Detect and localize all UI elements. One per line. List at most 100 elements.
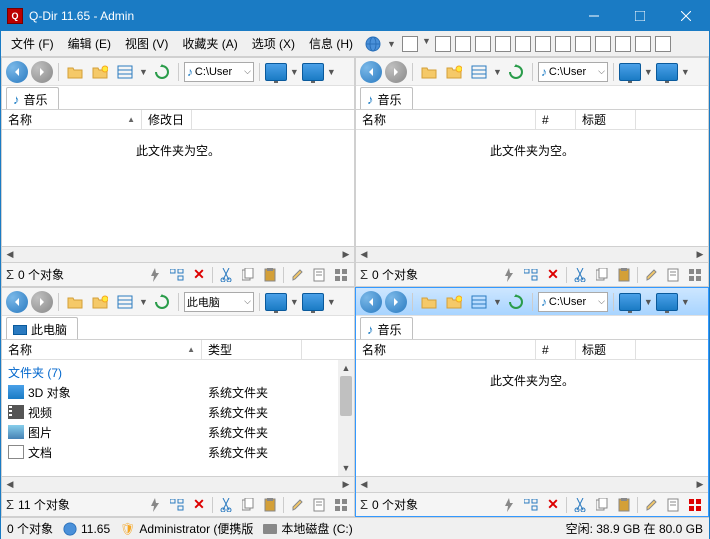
copy-button[interactable] [239,496,257,514]
layout-6[interactable] [515,36,531,52]
properties-button[interactable] [664,496,682,514]
sigma-icon[interactable]: Σ [360,497,368,512]
edit-button[interactable] [288,496,306,514]
sigma-icon[interactable]: Σ [6,267,14,282]
view-dropdown[interactable]: ▼ [493,67,502,77]
column-header[interactable]: 标题 [576,340,636,359]
tree-button[interactable] [522,266,540,284]
grid-button[interactable] [332,496,350,514]
vertical-scrollbar[interactable]: ▲ ▼ [338,360,354,476]
file-area[interactable]: 此文件夹为空。 [356,130,708,246]
column-header[interactable]: 名称▲ [2,340,202,359]
delete-button[interactable]: ✕ [190,266,208,284]
view-dropdown[interactable]: ▼ [493,297,502,307]
tab[interactable]: ♪ 音乐 [6,87,59,109]
delete-button[interactable]: ✕ [190,496,208,514]
tree-button[interactable] [168,496,186,514]
layout-12[interactable] [635,36,651,52]
scroll-down[interactable]: ▼ [338,460,354,476]
flash-button[interactable] [500,496,518,514]
grid-button[interactable] [332,266,350,284]
view-dropdown[interactable]: ▼ [139,297,148,307]
horizontal-scrollbar[interactable]: ◀▶ [356,246,708,262]
scroll-track[interactable] [18,247,338,262]
folder-button[interactable] [418,61,440,83]
monitor-dropdown-2[interactable]: ▼ [327,67,336,77]
flash-button[interactable] [146,266,164,284]
flash-button[interactable] [146,496,164,514]
cut-button[interactable] [571,266,589,284]
scroll-right[interactable]: ▶ [692,477,708,492]
tab[interactable]: ♪ 音乐 [360,317,413,339]
layout-2[interactable] [435,36,451,52]
forward-button[interactable] [31,61,53,83]
menu-options[interactable]: 选项 (X) [246,32,301,55]
paste-button[interactable] [261,496,279,514]
grid-button[interactable] [686,496,704,514]
globe-icon[interactable] [365,36,381,52]
refresh-button[interactable] [151,61,173,83]
layout-13[interactable] [655,36,671,52]
edit-button[interactable] [288,266,306,284]
paste-button[interactable] [261,266,279,284]
copy-button[interactable] [593,266,611,284]
maximize-button[interactable] [617,1,663,31]
tab[interactable]: 此电脑 [6,317,78,339]
folder-button[interactable] [418,291,440,313]
monitor-dropdown[interactable]: ▼ [644,67,653,77]
menu-edit[interactable]: 编辑 (E) [62,32,117,55]
scroll-left[interactable]: ◀ [356,247,372,262]
properties-button[interactable] [310,266,328,284]
back-button[interactable] [6,291,28,313]
horizontal-scrollbar[interactable]: ◀▶ [2,476,354,492]
scroll-left[interactable]: ◀ [356,477,372,492]
paste-button[interactable] [615,266,633,284]
minimize-button[interactable] [571,1,617,31]
monitor-button-2[interactable] [302,293,324,311]
layout-9[interactable] [575,36,591,52]
menu-view[interactable]: 视图 (V) [119,32,174,55]
menu-info[interactable]: 信息 (H) [303,32,359,55]
column-header[interactable]: # [536,340,576,359]
back-button[interactable] [360,291,382,313]
forward-button[interactable] [385,61,407,83]
refresh-button[interactable] [505,61,527,83]
column-header[interactable]: 标题 [576,110,636,129]
back-button[interactable] [360,61,382,83]
edit-button[interactable] [642,496,660,514]
layout-3[interactable] [455,36,471,52]
list-item[interactable]: 文档 系统文件夹 [2,442,354,462]
monitor-button-2[interactable] [656,63,678,81]
path-combo[interactable]: ♪ C:\User ⌵ [538,62,608,82]
tab[interactable]: ♪ 音乐 [360,87,413,109]
layout-7[interactable] [535,36,551,52]
monitor-button-2[interactable] [656,293,678,311]
globe-dropdown[interactable]: ▼ [387,39,396,49]
layout-8[interactable] [555,36,571,52]
monitor-button-1[interactable] [619,63,641,81]
scroll-track[interactable] [372,247,692,262]
scroll-right[interactable]: ▶ [338,477,354,492]
view-dropdown[interactable]: ▼ [139,67,148,77]
edit-button[interactable] [642,266,660,284]
scroll-track[interactable] [18,477,338,492]
view-button[interactable] [114,291,136,313]
monitor-dropdown-2[interactable]: ▼ [681,67,690,77]
refresh-button[interactable] [505,291,527,313]
monitor-dropdown[interactable]: ▼ [644,297,653,307]
monitor-dropdown[interactable]: ▼ [290,67,299,77]
properties-button[interactable] [664,266,682,284]
copy-button[interactable] [239,266,257,284]
copy-button[interactable] [593,496,611,514]
forward-button[interactable] [385,291,407,313]
column-header[interactable]: 名称▲ [2,110,142,129]
folder-button[interactable] [64,291,86,313]
file-area[interactable]: 此文件夹为空。 [356,360,708,476]
path-combo[interactable]: ♪ C:\User ⌵ [184,62,254,82]
close-button[interactable] [663,1,709,31]
list-item[interactable]: 图片 系统文件夹 [2,422,354,442]
properties-button[interactable] [310,496,328,514]
monitor-button-2[interactable] [302,63,324,81]
column-header[interactable]: 名称 [356,340,536,359]
list-item[interactable]: 3D 对象 系统文件夹 [2,382,354,402]
